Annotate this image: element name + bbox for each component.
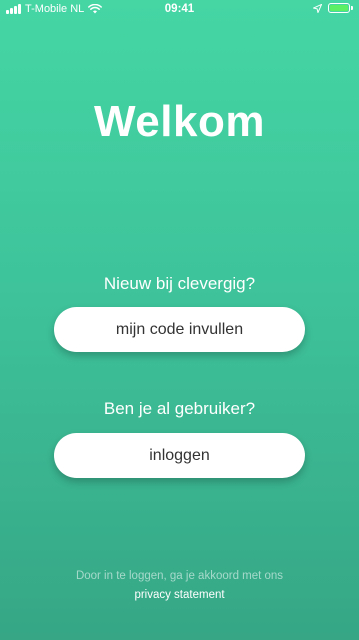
welcome-title: Welkom [94,97,265,146]
enter-code-button[interactable]: mijn code invullen [54,307,305,352]
status-bar-time: 09:41 [164,3,195,15]
battery-icon [328,3,353,13]
status-bar: T-Mobile NL 09:41 [0,0,359,20]
status-bar-right [313,3,353,13]
existing-user-prompt: Ben je al gebruiker? [103,399,256,418]
location-arrow-icon [313,3,322,13]
terms-footer: Door in te loggen, ga je akkoord met ons… [0,567,359,605]
privacy-statement-link[interactable]: privacy statement [134,586,224,605]
new-user-prompt: Nieuw bij clevergig? [103,274,256,293]
battery-level [330,5,348,11]
terms-text: Door in te loggen, ga je akkoord met ons [75,570,284,582]
welcome-screen: T-Mobile NL 09:41 Welkom Nieuw bij cleve… [0,0,359,640]
login-button[interactable]: inloggen [54,433,305,478]
